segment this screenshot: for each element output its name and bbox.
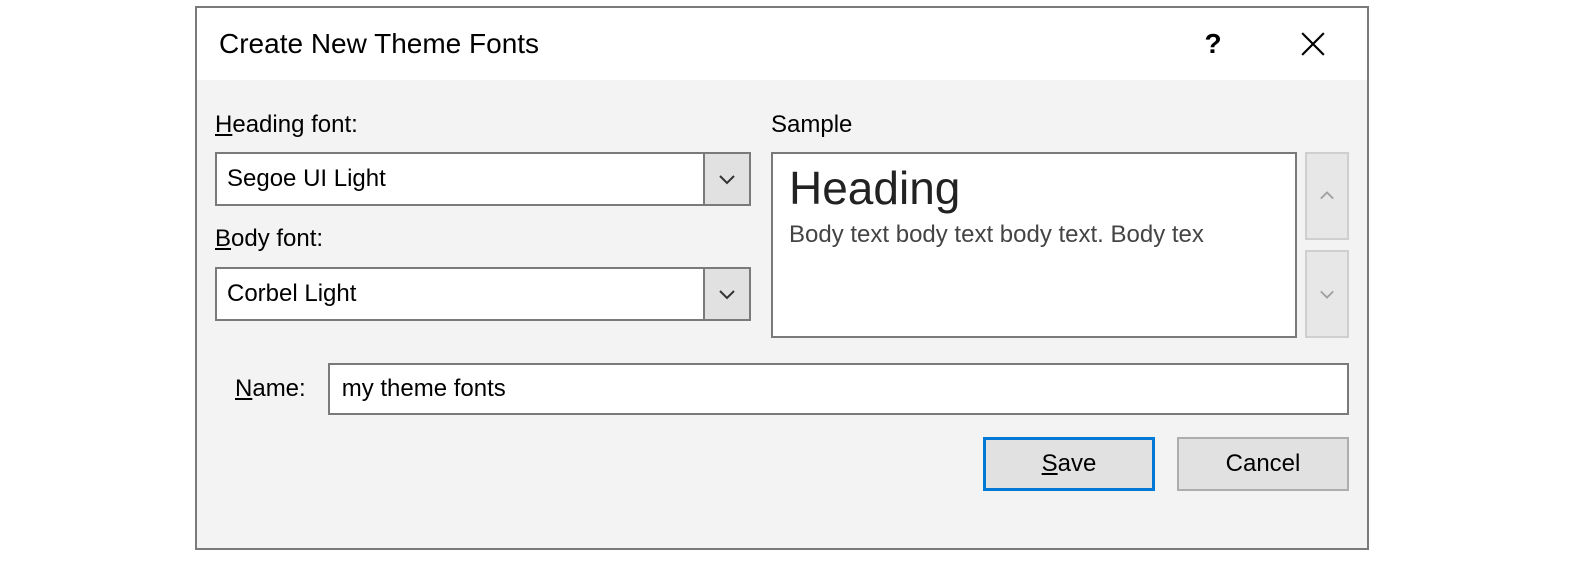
help-button[interactable]: ? (1183, 14, 1243, 74)
theme-fonts-dialog: Create New Theme Fonts ? Heading font: S… (195, 6, 1369, 550)
help-icon: ? (1204, 28, 1221, 60)
titlebar: Create New Theme Fonts ? (197, 8, 1367, 80)
sample-scroll (1305, 152, 1349, 338)
sample-preview: Heading Body text body text body text. B… (771, 152, 1297, 338)
chevron-down-icon (718, 173, 736, 185)
chevron-down-icon (718, 288, 736, 300)
name-label: Name: (235, 375, 306, 403)
sample-scroll-up[interactable] (1305, 152, 1349, 240)
body-font-label: Body font: (215, 226, 751, 252)
sample-heading-text: Heading (789, 162, 1279, 215)
close-icon (1300, 31, 1326, 57)
heading-font-combo[interactable]: Segoe UI Light (215, 152, 751, 206)
cancel-button[interactable]: Cancel (1177, 437, 1349, 491)
dialog-title: Create New Theme Fonts (219, 28, 1143, 60)
dialog-body: Heading font: Segoe UI Light Body font: … (197, 80, 1367, 548)
body-font-combo[interactable]: Corbel Light (215, 267, 751, 321)
heading-font-value: Segoe UI Light (217, 154, 703, 204)
chevron-up-icon (1319, 190, 1335, 202)
heading-font-dropdown-button[interactable] (703, 154, 749, 204)
close-button[interactable] (1283, 14, 1343, 74)
heading-font-label: Heading font: (215, 112, 751, 138)
save-button[interactable]: Save (983, 437, 1155, 491)
sample-scroll-down[interactable] (1305, 250, 1349, 338)
chevron-down-icon (1319, 288, 1335, 300)
name-input[interactable] (328, 363, 1349, 415)
body-font-dropdown-button[interactable] (703, 269, 749, 319)
body-font-value: Corbel Light (217, 269, 703, 319)
sample-body-text: Body text body text body text. Body tex (789, 221, 1279, 249)
sample-label: Sample (771, 112, 1349, 138)
